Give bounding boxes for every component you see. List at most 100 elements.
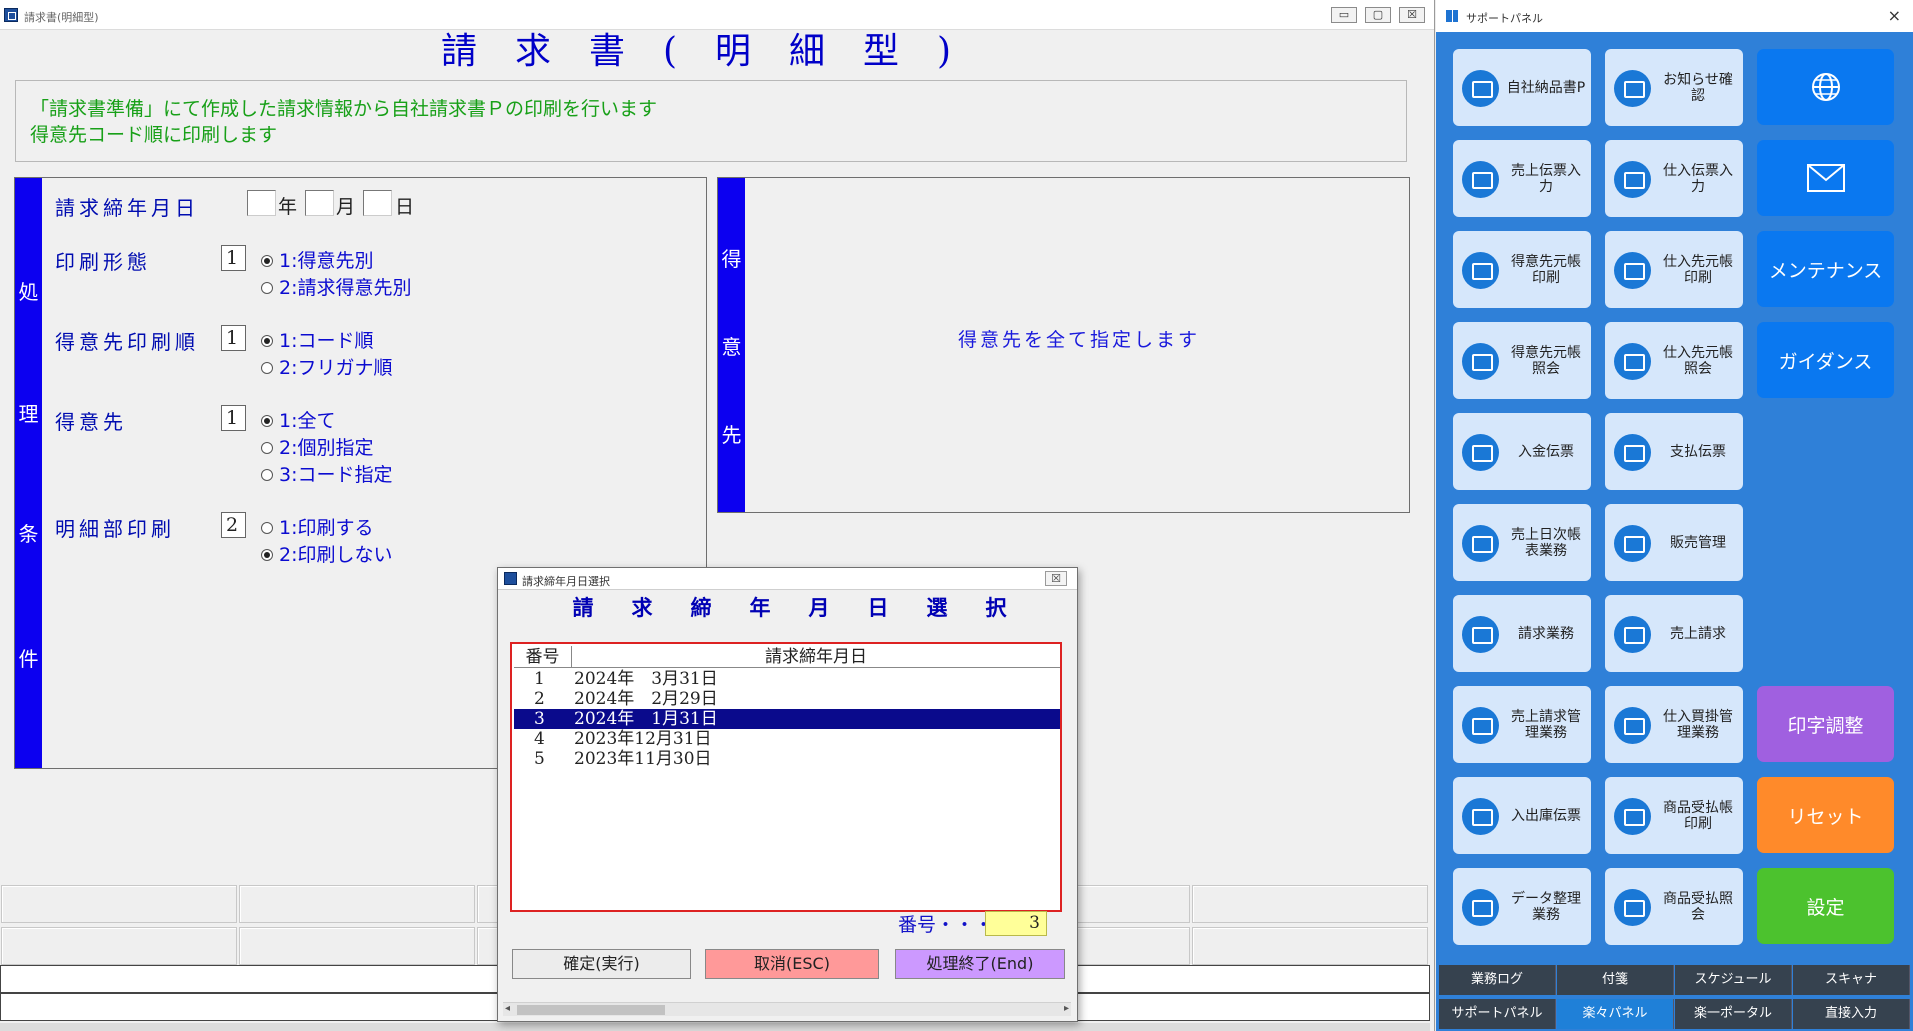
strip-char: 意 <box>721 335 742 359</box>
year-input[interactable] <box>247 190 276 216</box>
list-item-selected[interactable]: 3 2024年 1月31日 <box>514 709 1060 729</box>
horizontal-scrollbar[interactable] <box>0 1023 1430 1031</box>
month-input[interactable] <box>305 190 334 216</box>
scroll-right-icon[interactable]: ▸ <box>1064 1003 1069 1014</box>
dialog-horizontal-scrollbar[interactable]: ◂ ▸ <box>503 1002 1071 1016</box>
tile-supplier-ledger-print[interactable]: 仕入先元帳印刷 <box>1605 231 1743 308</box>
globe-icon <box>1811 73 1840 101</box>
tile-deposit[interactable]: 入金伝票 <box>1453 413 1591 490</box>
dialog-close-button[interactable]: ☒ <box>1045 571 1067 586</box>
minimize-button[interactable]: ▭ <box>1331 7 1357 23</box>
function-key[interactable] <box>239 927 475 965</box>
close-icon[interactable]: × <box>1888 6 1901 25</box>
tab-support-panel[interactable]: サポートパネル <box>1439 999 1556 1029</box>
tab-work-log[interactable]: 業務ログ <box>1439 965 1556 995</box>
ledger-print-icon <box>1462 252 1499 289</box>
tile-billing[interactable]: 請求業務 <box>1453 595 1591 672</box>
tile-printer[interactable]: 自社納品書P <box>1453 49 1591 126</box>
day-input[interactable] <box>363 190 392 216</box>
function-key[interactable] <box>1192 927 1428 965</box>
print-form-option-1[interactable]: 1:得意先別 <box>261 246 374 273</box>
customer-input[interactable]: 1 <box>221 405 246 431</box>
list-item[interactable]: 5 2023年11月30日 <box>514 749 1060 769</box>
guidance-button[interactable]: ガイダンス <box>1757 322 1894 398</box>
print-form-input[interactable]: 1 <box>221 245 246 271</box>
close-button[interactable]: ☒ <box>1399 7 1425 23</box>
scroll-thumb[interactable] <box>517 1005 665 1015</box>
function-key[interactable] <box>1 885 237 923</box>
function-key[interactable] <box>239 885 475 923</box>
tab-rakuichi-portal[interactable]: 楽一ポータル <box>1675 999 1792 1029</box>
tile-customer-ledger-view[interactable]: 得意先元帳照会 <box>1453 322 1591 399</box>
tile-sales-billing[interactable]: 売上請求 <box>1605 595 1743 672</box>
radio-unchecked-icon <box>261 522 273 534</box>
date-list[interactable]: 番号 請求締年月日 1 2024年 3月31日 2 2024年 2月29日 3 202… <box>510 642 1062 912</box>
tile-receivables[interactable]: 売上請求管理業務 <box>1453 686 1591 763</box>
detail-print-option-1[interactable]: 1:印刷する <box>261 513 374 540</box>
radio-unchecked-icon <box>261 282 273 294</box>
customer-option-2[interactable]: 2:個別指定 <box>261 433 374 460</box>
customer-order-option-1[interactable]: 1:コード順 <box>261 326 374 353</box>
confirm-button[interactable]: 確定(実行) <box>512 949 691 979</box>
tile-purchase-slip[interactable]: 仕入伝票入力 <box>1605 140 1743 217</box>
column-header-number[interactable]: 番号 <box>514 646 572 668</box>
print-adjust-button[interactable]: 印字調整 <box>1757 686 1894 762</box>
app-icon <box>504 572 517 585</box>
globe-button[interactable] <box>1757 49 1894 125</box>
radio-unchecked-icon <box>261 442 273 454</box>
ledger-view-icon <box>1614 889 1651 926</box>
tab-scanner[interactable]: スキャナ <box>1793 965 1910 995</box>
mail-button[interactable] <box>1757 140 1894 216</box>
column-header-date[interactable]: 請求締年月日 <box>572 646 1060 668</box>
detail-print-input[interactable]: 2 <box>221 512 246 538</box>
reset-button[interactable]: リセット <box>1757 777 1894 853</box>
folder-icon <box>1614 525 1651 562</box>
radio-unchecked-icon <box>261 469 273 481</box>
print-form-label: 印刷形態 <box>55 250 151 274</box>
tile-customer-ledger-print[interactable]: 得意先元帳印刷 <box>1453 231 1591 308</box>
customer-panel: 得 意 先 得意先を全て指定します <box>717 177 1410 513</box>
detail-print-option-2[interactable]: 2:印刷しない <box>261 540 393 567</box>
tile-payment[interactable]: 支払伝票 <box>1605 413 1743 490</box>
radio-checked-icon <box>261 415 273 427</box>
tab-rakuraku-panel[interactable]: 楽々パネル <box>1557 999 1674 1029</box>
detail-print-label: 明細部印刷 <box>55 517 175 541</box>
list-item[interactable]: 1 2024年 3月31日 <box>514 669 1060 689</box>
folder-icon <box>1462 525 1499 562</box>
tile-stock-slip[interactable]: 入出庫伝票 <box>1453 777 1591 854</box>
tab-sticky-notes[interactable]: 付箋 <box>1557 965 1674 995</box>
list-item[interactable]: 2 2024年 2月29日 <box>514 689 1060 709</box>
tile-sales-slip[interactable]: 売上伝票入力 <box>1453 140 1591 217</box>
customer-option-1[interactable]: 1:全て <box>261 406 336 433</box>
tab-direct-input[interactable]: 直接入力 <box>1793 999 1910 1029</box>
list-header: 番号 請求締年月日 <box>514 646 1060 668</box>
year-unit: 年 <box>278 196 298 218</box>
maximize-button[interactable]: ▢ <box>1365 7 1391 23</box>
customer-order-input[interactable]: 1 <box>221 325 246 351</box>
tile-goods-ledger-view[interactable]: 商品受払照会 <box>1605 868 1743 945</box>
customer-option-3[interactable]: 3:コード指定 <box>261 460 393 487</box>
tab-schedule[interactable]: スケジュール <box>1675 965 1792 995</box>
customer-order-option-2[interactable]: 2:フリガナ順 <box>261 353 393 380</box>
tile-supplier-ledger-view[interactable]: 仕入先元帳照会 <box>1605 322 1743 399</box>
end-button[interactable]: 処理終了(End) <box>895 949 1065 979</box>
customer-strip: 得 意 先 <box>718 178 745 512</box>
list-item[interactable]: 4 2023年12月31日 <box>514 729 1060 749</box>
tile-notice[interactable]: お知らせ確認 <box>1605 49 1743 126</box>
dialog-titlebar: 請求締年月日選択 ☒ <box>498 568 1077 590</box>
dialog-heading: 請求締年月日選択 <box>572 595 1045 620</box>
function-key[interactable] <box>1 927 237 965</box>
tile-payables[interactable]: 仕入買掛管理業務 <box>1605 686 1743 763</box>
radio-unchecked-icon <box>261 362 273 374</box>
print-form-option-2[interactable]: 2:請求得意先別 <box>261 273 412 300</box>
tile-data-cleanup[interactable]: データ整理業務 <box>1453 868 1591 945</box>
tile-goods-ledger-print[interactable]: 商品受払帳印刷 <box>1605 777 1743 854</box>
settings-button[interactable]: 設定 <box>1757 868 1894 944</box>
maintenance-button[interactable]: メンテナンス <box>1757 231 1894 307</box>
tile-daily-sales[interactable]: 売上日次帳表業務 <box>1453 504 1591 581</box>
function-key[interactable] <box>1192 885 1428 923</box>
scroll-left-icon[interactable]: ◂ <box>505 1003 510 1014</box>
cancel-button[interactable]: 取消(ESC) <box>705 949 879 979</box>
number-input[interactable]: 3 <box>985 911 1047 936</box>
tile-sales-management[interactable]: 販売管理 <box>1605 504 1743 581</box>
